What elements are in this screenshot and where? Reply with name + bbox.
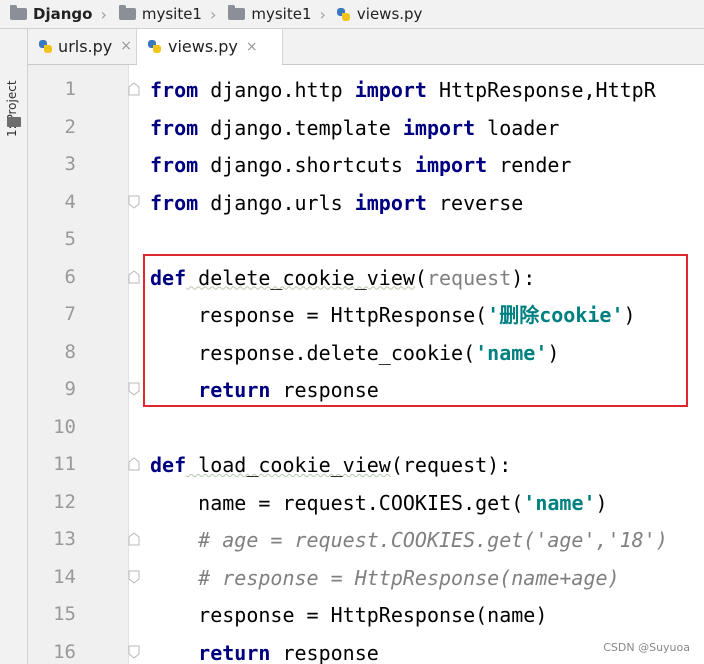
python-file-icon — [147, 39, 162, 54]
code-token: def — [150, 453, 187, 477]
code-token: ) — [595, 490, 608, 515]
editor-tabs: urls.py × views.py × — [28, 29, 704, 65]
code-line: return response — [150, 640, 379, 664]
code-token: import — [354, 190, 427, 215]
line-number: 10 — [53, 415, 76, 438]
watermark: CSDN @Suyuoa — [603, 641, 690, 654]
fold-marker-icon[interactable] — [128, 645, 140, 659]
breadcrumb: Django › mysite1 › mysite1 › views.py — [0, 0, 704, 29]
code-token: 'name' — [523, 490, 596, 515]
fold-marker-icon[interactable] — [128, 457, 140, 471]
code-line: from django.shortcuts import render — [150, 152, 571, 178]
code-line: # response = HttpResponse(name+age) — [150, 565, 620, 591]
code-line: from django.http import HttpResponse,Htt… — [150, 77, 656, 103]
python-file-icon — [336, 7, 351, 22]
line-number: 7 — [64, 303, 76, 325]
folder-icon — [10, 5, 27, 20]
tab-views-py[interactable]: views.py × — [136, 29, 283, 65]
line-number: 4 — [64, 190, 76, 213]
fold-marker-icon[interactable] — [128, 382, 140, 396]
code-line: name = request.COOKIES.get('name') — [150, 490, 608, 516]
breadcrumb-project[interactable]: Django › — [0, 0, 107, 28]
line-number: 11 — [53, 453, 76, 475]
line-number: 8 — [64, 340, 76, 363]
fold-marker-icon[interactable] — [128, 570, 140, 584]
code-token: import — [414, 153, 488, 177]
code-token: render — [487, 153, 572, 177]
line-number: 6 — [64, 265, 76, 288]
line-number: 1 — [64, 78, 76, 100]
fold-marker-icon[interactable] — [128, 532, 140, 546]
code-token: reverse — [426, 190, 524, 215]
fold-marker-icon[interactable] — [128, 269, 140, 284]
project-tool-button[interactable]: 1: Project — [5, 80, 19, 137]
code-token: from — [150, 190, 199, 215]
code-line: from django.urls import reverse — [150, 190, 523, 216]
breadcrumb-folder-2[interactable]: mysite1 › — [216, 0, 326, 28]
python-file-icon — [38, 39, 52, 54]
fold-marker-icon[interactable] — [128, 195, 140, 209]
code-token: django.template — [198, 115, 403, 140]
line-number: 13 — [53, 528, 76, 550]
code-token: loader — [475, 115, 560, 140]
close-icon[interactable]: × — [120, 38, 132, 54]
code-token: from — [150, 78, 199, 102]
code-token: # response = HttpResponse(name+age) — [150, 565, 620, 590]
breadcrumb-folder-1[interactable]: mysite1 › — [107, 0, 216, 28]
line-number: 16 — [53, 640, 76, 663]
code-line: response = HttpResponse(name) — [150, 602, 547, 628]
code-token: return — [198, 640, 271, 664]
code-token: name = request.COOKIES.get( — [150, 490, 524, 515]
code-token: (request): — [390, 453, 512, 477]
code-token: from — [150, 115, 199, 140]
tool-window-strip: 1: Project — [0, 29, 28, 664]
code-token: response = HttpResponse(name) — [150, 603, 548, 627]
folder-icon — [228, 5, 246, 20]
code-token: load_cookie_view — [186, 453, 391, 477]
code-line: def load_cookie_view(request): — [150, 452, 511, 478]
line-number: 14 — [53, 565, 76, 588]
line-number: 9 — [64, 378, 76, 400]
code-line: # age = request.COOKIES.get('age','18') — [150, 527, 668, 553]
code-token: import — [354, 78, 427, 102]
tab-urls-py[interactable]: urls.py × — [28, 29, 132, 63]
project-folder-icon[interactable] — [7, 117, 21, 127]
code-token: # age = request.COOKIES.get('age','18') — [150, 528, 668, 552]
fold-marker-icon[interactable] — [128, 82, 140, 96]
line-number: 3 — [64, 153, 76, 175]
close-icon[interactable]: × — [246, 39, 258, 55]
code-token: from — [150, 153, 199, 177]
code-token: django.http — [198, 78, 355, 102]
highlight-annotation-box — [143, 254, 688, 407]
line-number: 12 — [53, 490, 76, 513]
breadcrumb-file[interactable]: views.py — [326, 0, 422, 28]
line-number: 5 — [64, 228, 76, 250]
code-token: import — [402, 115, 476, 140]
code-token: django.urls — [198, 190, 355, 215]
code-token: HttpResponse,HttpR — [426, 78, 656, 102]
folder-icon — [118, 5, 136, 20]
line-number: 2 — [64, 115, 76, 138]
code-token: django.shortcuts — [198, 153, 415, 177]
code-token: response — [270, 640, 379, 664]
line-number: 15 — [53, 603, 76, 625]
code-line: from django.template import loader — [150, 115, 559, 141]
